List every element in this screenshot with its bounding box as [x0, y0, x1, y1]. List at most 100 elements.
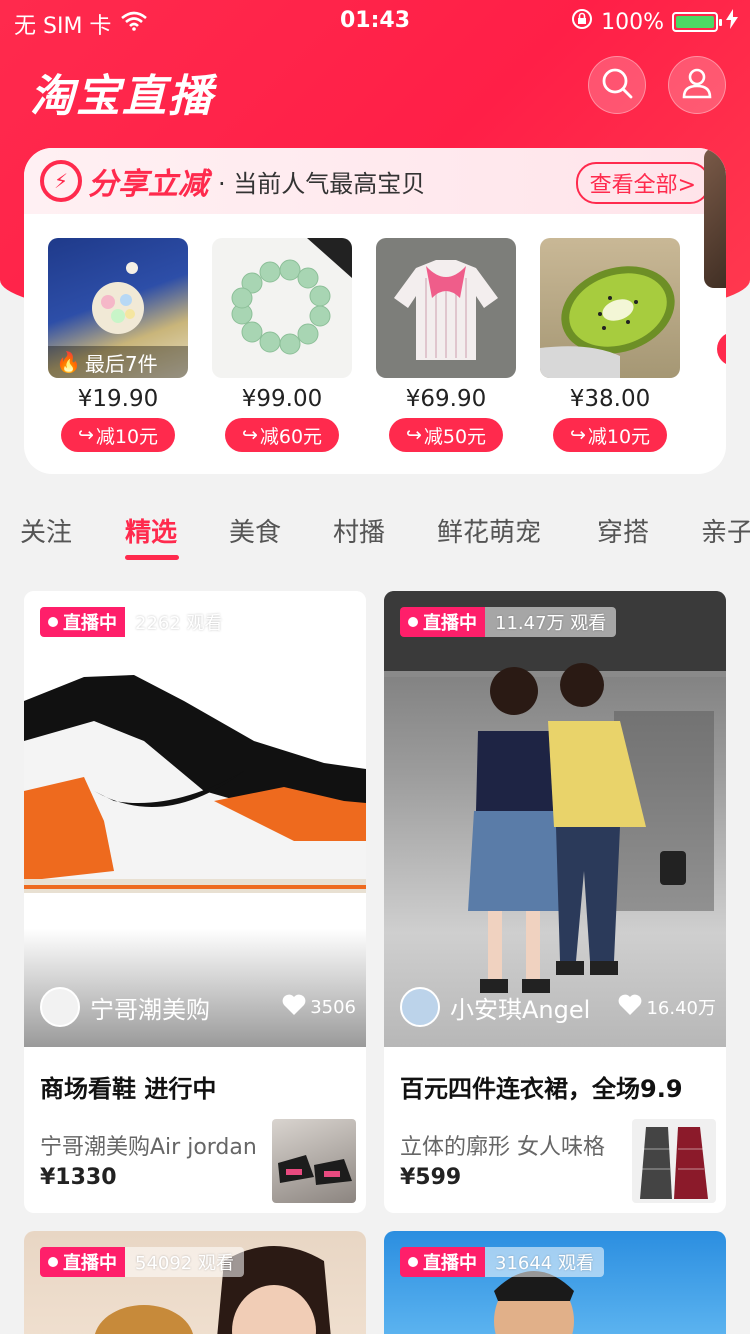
product-strip: 🔥 最后7件 ¥19.90 ↪ 减10元 ¥99.00 ↪ 减60元 ¥69.9… [48, 238, 726, 468]
live-cover-outdoor: 直播中 31644 观看 [384, 1231, 726, 1334]
share-subtitle: · 当前人气最高宝贝 [218, 169, 426, 198]
reduce-label: 减50元 [423, 425, 487, 448]
share-arrow-icon: ↪ [77, 424, 94, 446]
like-count: 16.40万 [618, 994, 716, 1021]
product-price: ¥38.00 [569, 386, 651, 412]
product-thumbnail[interactable] [272, 1119, 356, 1203]
share-reduce-button[interactable]: ↪ 减10元 [553, 418, 667, 452]
stock-badge-label: 最后7件 [84, 351, 158, 376]
tab-flowers-pets[interactable]: 鲜花萌宠 [437, 512, 541, 549]
view-count: 54092 观看 [125, 1247, 244, 1277]
live-dot-icon [408, 617, 418, 627]
product-image-shirt [376, 238, 516, 378]
battery-percent: 100% [601, 9, 664, 35]
live-card[interactable]: 直播中 31644 观看 [384, 1231, 726, 1334]
product-price: ¥69.90 [405, 386, 487, 412]
share-card-header: ⚡ 分享立减 · 当前人气最高宝贝 查看全部> [24, 148, 726, 214]
live-dot-icon [408, 1257, 418, 1267]
live-label: 直播中 [423, 613, 477, 634]
anchor-info: 宁哥潮美购 3506 [40, 987, 356, 1027]
product-price: ¥19.90 [77, 386, 159, 412]
tab-outfits[interactable]: 穿搭 [597, 512, 649, 549]
live-badge: 直播中 [40, 1247, 125, 1277]
search-button[interactable] [588, 56, 646, 114]
live-badge: 直播中 [400, 1247, 485, 1277]
heart-icon [282, 994, 306, 1021]
product-description: 立体的廓形 女人味格 [400, 1135, 605, 1160]
rotation-lock-icon [571, 8, 593, 36]
live-status: 直播中 54092 观看 [40, 1247, 244, 1277]
reduce-label: 减10元 [95, 425, 159, 448]
like-count-value: 16.40万 [646, 998, 716, 1019]
view-all-button[interactable]: 查看全部> [575, 162, 710, 204]
charging-icon [726, 9, 738, 35]
product-description: 宁哥潮美购Air jordan [40, 1135, 257, 1160]
view-count: 11.47万 观看 [485, 607, 617, 637]
reduce-label: 减10元 [587, 425, 651, 448]
product-item[interactable]: 🔥 最后7件 ¥19.90 ↪ 减10元 [48, 238, 188, 452]
live-title: 百元四件连衣裙，全场9.9 [400, 1075, 683, 1103]
product-item[interactable]: ¥99.00 ↪ 减60元 [212, 238, 352, 452]
live-dot-icon [48, 617, 58, 627]
product-price: ¥99.00 [241, 386, 323, 412]
heart-icon [618, 994, 642, 1021]
product-image-bracelet [212, 238, 352, 378]
like-count: 3506 [282, 994, 356, 1021]
live-dot-icon [48, 1257, 58, 1267]
share-arrow-icon: ↪ [405, 424, 422, 446]
product-item[interactable]: ¥38.00 ↪ 减10元 [540, 238, 680, 452]
product-item[interactable]: ¥69.90 ↪ 减50元 [376, 238, 516, 452]
live-label: 直播中 [63, 613, 117, 634]
stock-badge: 🔥 最后7件 [48, 346, 188, 378]
tab-featured[interactable]: 精选 [125, 512, 177, 549]
product-price: ¥1330 [40, 1165, 117, 1190]
share-discount-card: ⚡ 分享立减 · 当前人气最高宝贝 查看全部> 🔥 最后7件 ¥19.90 ↪ … [24, 148, 726, 474]
live-status: 直播中 11.47万 观看 [400, 607, 617, 637]
share-title: 分享立减 [88, 167, 208, 202]
live-card[interactable]: 直播中 11.47万 观看 小安琪Angel 16.40万 百元四件连衣裙，全场… [384, 591, 726, 1213]
search-icon [600, 66, 634, 104]
live-label: 直播中 [63, 1253, 117, 1274]
live-card[interactable]: 直播中 2262 观看 宁哥潮美购 3506 商场看鞋 进行中 宁哥潮美购Air… [24, 591, 366, 1213]
live-title: 商场看鞋 进行中 [40, 1075, 217, 1103]
user-icon [681, 67, 713, 103]
profile-button[interactable] [668, 56, 726, 114]
live-badge: 直播中 [40, 607, 125, 637]
avatar[interactable] [40, 987, 80, 1027]
share-reduce-button[interactable]: ↪ 减10元 [61, 418, 175, 452]
fire-icon: 🔥 [56, 350, 81, 374]
product-image-kiwi [540, 238, 680, 378]
reduce-label: 减60元 [259, 425, 323, 448]
avatar[interactable] [400, 987, 440, 1027]
live-cover-food: 直播中 54092 观看 [24, 1231, 366, 1334]
view-count: 31644 观看 [485, 1247, 604, 1277]
product-image-partial[interactable] [704, 148, 726, 288]
view-count: 2262 观看 [125, 607, 233, 637]
live-status: 直播中 31644 观看 [400, 1247, 604, 1277]
lightning-icon: ⚡ [40, 160, 82, 202]
share-reduce-button[interactable]: ↪ 减60元 [225, 418, 339, 452]
anchor-info: 小安琪Angel 16.40万 [400, 987, 716, 1027]
product-image-brooch: 🔥 最后7件 [48, 238, 188, 378]
share-arrow-icon: ↪ [241, 424, 258, 446]
anchor-name[interactable]: 小安琪Angel [450, 990, 618, 1025]
live-cover-sneaker: 直播中 2262 观看 宁哥潮美购 3506 [24, 591, 366, 1047]
anchor-name[interactable]: 宁哥潮美购 [90, 990, 282, 1025]
share-reduce-button[interactable]: ↪ 减50元 [389, 418, 503, 452]
like-count-value: 3506 [310, 996, 356, 1018]
category-tabs: 关注 精选 美食 村播 鲜花萌宠 穿搭 亲子 [0, 500, 750, 570]
tab-food[interactable]: 美食 [229, 512, 281, 549]
product-price: ¥599 [400, 1165, 462, 1190]
live-label: 直播中 [423, 1253, 477, 1274]
battery-icon [672, 12, 722, 32]
live-badge: 直播中 [400, 607, 485, 637]
product-thumbnail[interactable] [632, 1119, 716, 1203]
live-card[interactable]: 直播中 54092 观看 [24, 1231, 366, 1334]
tab-parenting[interactable]: 亲子 [701, 512, 750, 549]
status-bar: 无 SIM 卡 01:43 100% [0, 0, 750, 42]
live-cover-models: 直播中 11.47万 观看 小安琪Angel 16.40万 [384, 591, 726, 1047]
tab-follow[interactable]: 关注 [20, 512, 72, 549]
live-status: 直播中 2262 观看 [40, 607, 233, 637]
app-title: 淘宝直播 [30, 71, 214, 122]
tab-village[interactable]: 村播 [333, 512, 385, 549]
